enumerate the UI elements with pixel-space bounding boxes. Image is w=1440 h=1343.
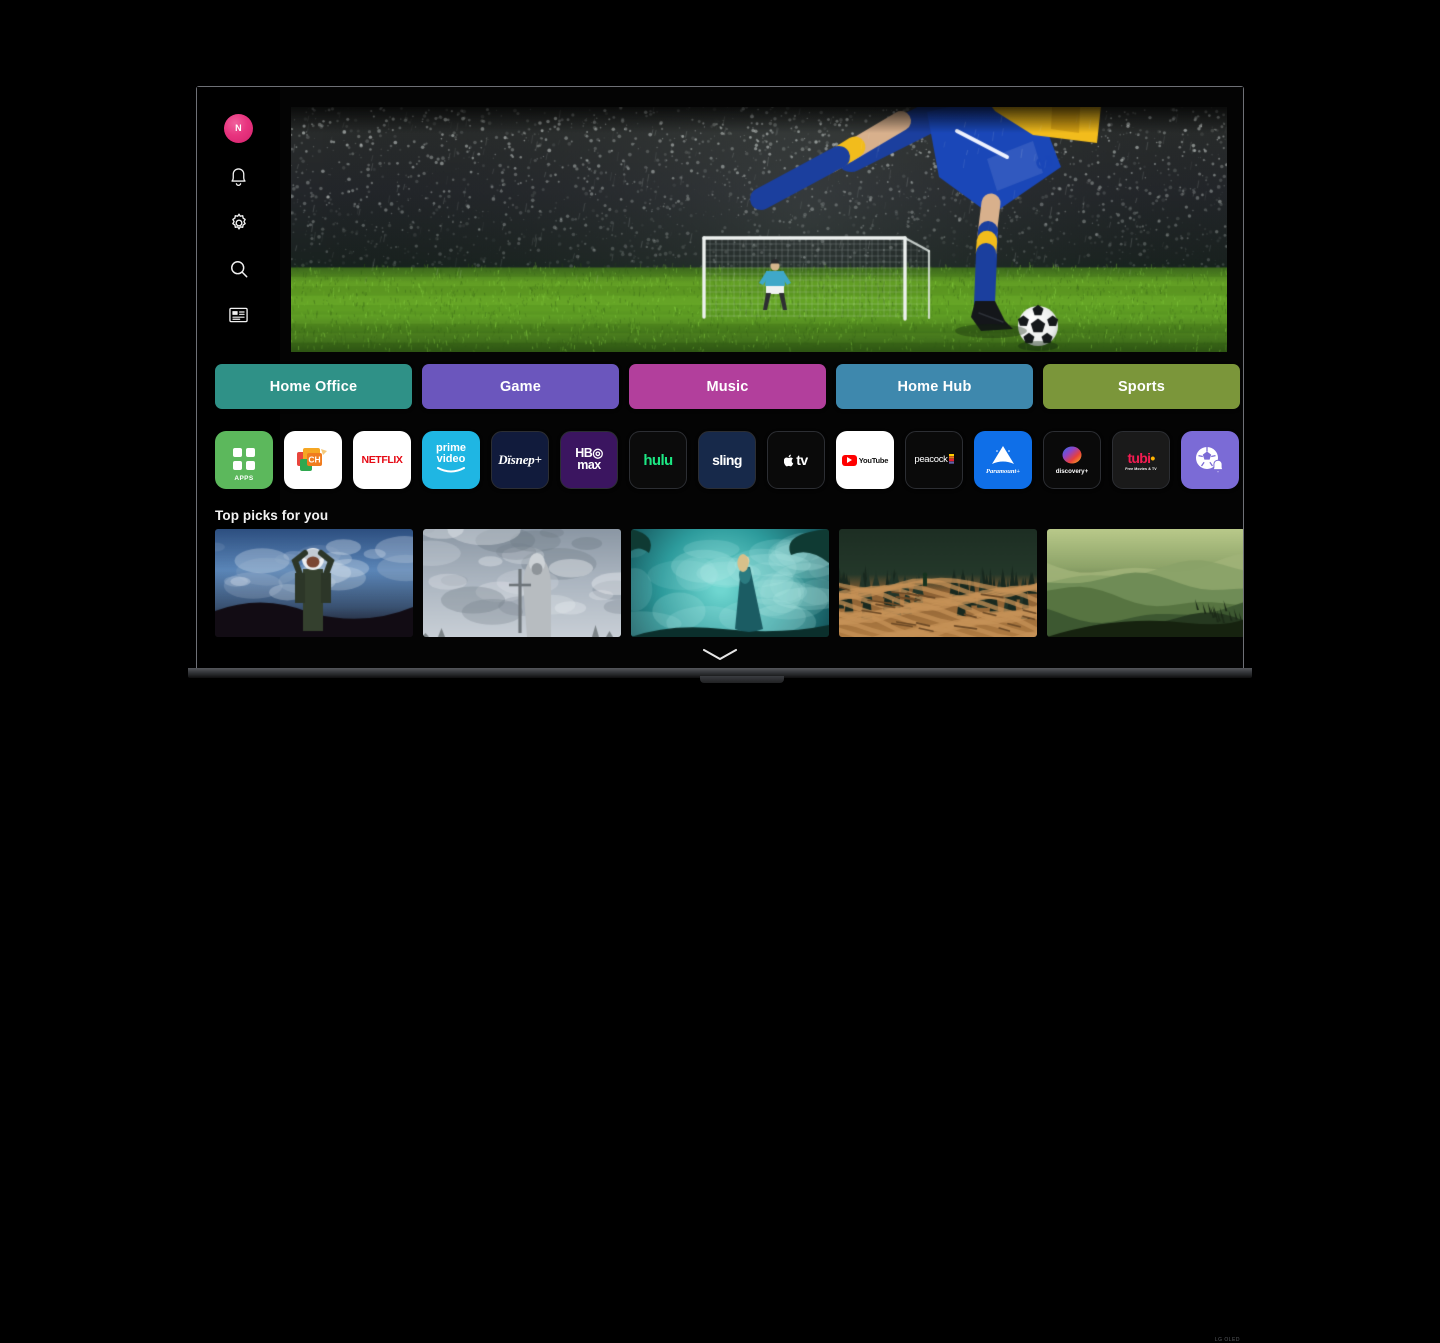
category-chip-label: Home Office <box>269 378 358 395</box>
top-picks-title: Top picks for you <box>215 508 329 523</box>
category-chip-game[interactable]: Game <box>422 364 619 409</box>
astronaut-mountain-poster <box>215 529 413 637</box>
app-tile-hbo-max[interactable]: HB◎ mаx <box>560 431 618 489</box>
top-pick-card-4[interactable] <box>839 529 1037 637</box>
bell-icon <box>228 166 249 189</box>
hero-banner[interactable] <box>291 107 1227 352</box>
app-tile-paramount-plus[interactable]: Paramount+ <box>974 431 1032 489</box>
apple-tv-icon: tv <box>784 452 808 468</box>
category-chip-music[interactable]: Music <box>629 364 826 409</box>
app-tile-prime-video[interactable]: prime video <box>422 431 480 489</box>
category-chip-sports[interactable]: Sports <box>1043 364 1240 409</box>
category-chip-label: Home Hub <box>897 378 972 395</box>
category-chip-home-office[interactable]: Home Office <box>215 364 412 409</box>
top-picks-row <box>215 529 1243 637</box>
top-pick-card-5[interactable] <box>1047 529 1243 637</box>
green-hills-poster <box>1047 529 1243 637</box>
sports-alert-icon <box>1196 447 1225 474</box>
avatar-initial: N <box>235 123 242 133</box>
app-tile-tubi[interactable]: tubi• Free Movies & TV <box>1112 431 1170 489</box>
category-chip-label: Music <box>706 378 749 395</box>
netflix-icon: NETFLIX <box>361 454 403 466</box>
app-row: APPS CH NETFLIX prime video Dïsnep+ HB◎ mаx hulu… <box>215 431 1243 489</box>
youtube-icon: YouTube <box>841 454 888 466</box>
tv-chassis: N Home Office Game Music Home Hub Sports… <box>196 86 1244 678</box>
app-tile-sports-alert[interactable] <box>1181 431 1239 489</box>
knight-statue-poster <box>423 529 621 637</box>
woman-teal-mist-poster <box>631 529 829 637</box>
sling-icon: sling <box>712 452 742 468</box>
sidebar-item-profile[interactable]: N <box>216 105 262 151</box>
tv-brand-mark: LG OLED <box>1214 1337 1240 1343</box>
apps-grid-icon <box>233 447 255 470</box>
gear-icon <box>228 212 250 234</box>
category-chip-label: Game <box>499 378 542 395</box>
apps-tile-label: APPS <box>234 475 254 482</box>
app-tile-peacock[interactable]: peacock <box>905 431 963 489</box>
tv-screen: N Home Office Game Music Home Hub Sports… <box>197 87 1243 677</box>
svg-text:CH: CH <box>308 455 320 465</box>
category-row: Home Office Game Music Home Hub Sports <box>215 364 1243 409</box>
app-tile-disney-plus[interactable]: Dïsnep+ <box>491 431 549 489</box>
discovery-plus-icon: discovery+ <box>1056 446 1089 475</box>
tubi-icon: tubi• Free Movies & TV <box>1125 449 1157 471</box>
wooden-maze-poster <box>839 529 1037 637</box>
app-tile-sling[interactable]: sling <box>698 431 756 489</box>
app-tile-apple-tv[interactable]: tv <box>767 431 825 489</box>
sidebar-item-settings[interactable] <box>216 200 262 246</box>
app-tile-hulu[interactable]: hulu <box>629 431 687 489</box>
channels-icon: CH <box>297 448 327 471</box>
app-tile-youtube[interactable]: YouTube <box>836 431 894 489</box>
hbo-max-icon: HB◎ mаx <box>575 446 603 472</box>
svg-text:Paramount+: Paramount+ <box>986 468 1020 475</box>
avatar: N <box>224 113 253 143</box>
hero-banner-image <box>291 107 1227 352</box>
search-icon <box>228 258 250 280</box>
disney-plus-icon: Dïsnep+ <box>498 452 542 467</box>
sidebar-item-guide[interactable] <box>216 292 262 338</box>
category-chip-label: Sports <box>1117 378 1166 395</box>
sidebar-item-search[interactable] <box>216 246 262 292</box>
top-pick-card-2[interactable] <box>423 529 621 637</box>
sidebar-item-notifications[interactable] <box>216 154 262 200</box>
peacock-icon: peacock <box>914 454 954 466</box>
tv-stand-neck <box>700 676 784 683</box>
app-tile-netflix[interactable]: NETFLIX <box>353 431 411 489</box>
svg-text:discovery+: discovery+ <box>1056 468 1089 475</box>
app-tile-apps-grid[interactable]: APPS <box>215 431 273 489</box>
category-chip-home-hub[interactable]: Home Hub <box>836 364 1033 409</box>
top-pick-card-3[interactable] <box>631 529 829 637</box>
hulu-icon: hulu <box>643 451 673 469</box>
top-pick-card-1[interactable] <box>215 529 413 637</box>
guide-icon <box>228 306 249 324</box>
chevron-down-icon[interactable] <box>701 647 739 667</box>
app-tile-discovery-plus[interactable]: discovery+ <box>1043 431 1101 489</box>
app-tile-channels[interactable]: CH <box>284 431 342 489</box>
paramount-plus-icon: Paramount+ <box>986 446 1020 475</box>
prime-video-icon: prime video <box>436 443 466 477</box>
